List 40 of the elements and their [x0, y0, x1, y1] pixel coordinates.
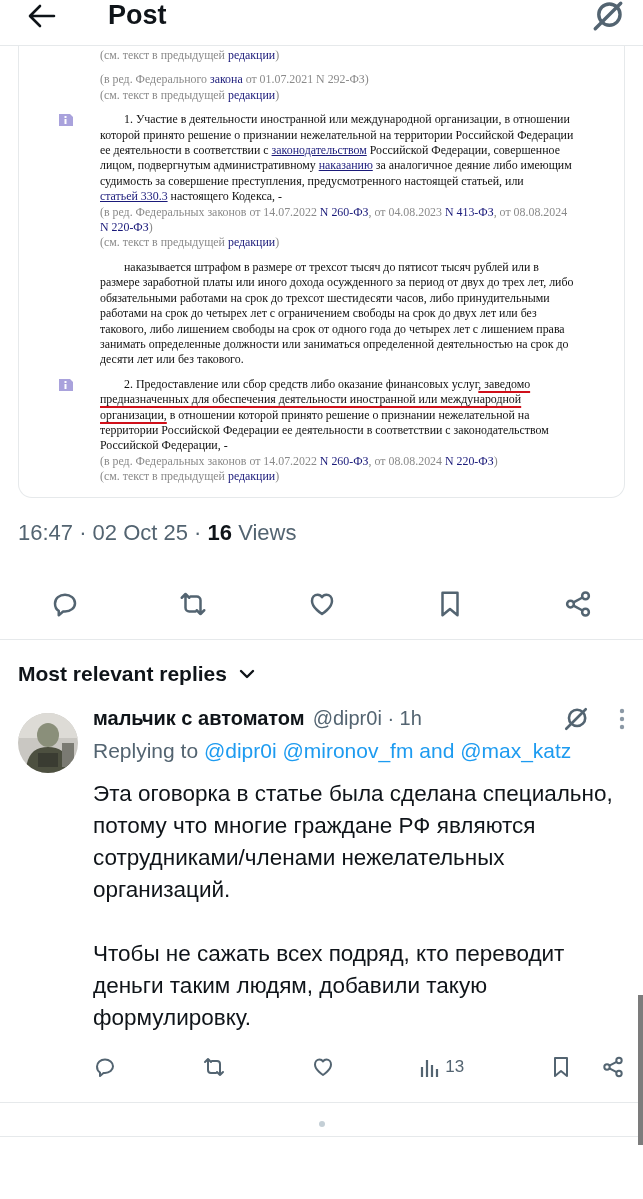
law-reference-link[interactable]: N 260-ФЗ: [319, 204, 369, 219]
replying-to-text: Replying to @dipr0i @mironov_fm and @max_katz: [93, 737, 573, 765]
slashed-circle-icon[interactable]: [591, 0, 625, 33]
revision-note: (см. текст в предыдущей редакции): [100, 48, 280, 64]
law-paragraph: наказывается штрафом в размере от трехсот тысяч до пятисот тысяч рублей или в размере заработной платы или иного дохода осужденного за период от двух до трех лет, либо обязательными работами на срок до трехсот шестидесяти часов, либо принудительными работами на срок до четырех лет с ограничением свободы на срок до двух лет или без такового, либо лишением свободы на срок от одного года до четырех лет с лишением права занимать определенные должности или заниматься определенной деятельностью на срок до десяти лет или без такового.: [100, 259, 575, 368]
law-paragraph: 2. Предоставление или сбор средств либо оказание финансовых услуг, заведомо предназначенных для обеспечения деятельности иностранной или международной организации, в отношении которой принято решение о признании нежелательной на территории Российской Федерации ее деятельности в соответствии с законодательством Российской Федерации, -: [100, 376, 550, 454]
document-link[interactable]: редакции: [227, 469, 276, 484]
revision-note: (см. текст в предыдущей редакции): [100, 235, 280, 251]
document-link[interactable]: редакции: [227, 87, 276, 102]
reply-text: Эта оговорка в статье была сделана специально, потому что многие граждане РФ являются сотрудниками/членами нежелательных организаций.: [93, 779, 614, 904]
document-link[interactable]: редакции: [227, 48, 276, 62]
document-link[interactable]: редакции: [227, 235, 276, 250]
back-arrow-icon[interactable]: [28, 3, 56, 28]
revision-note: (в ред. Федеральных законов от 14.07.2022 N 260-ФЗ, от 04.08.2023 N 413-ФЗ, от 08.08.2024 N 220-ФЗ): [100, 204, 569, 236]
reply-text: Чтобы не сажать всех подряд, кто переводит деньги таким людям, добавили такую формулировку.: [93, 939, 566, 1032]
author-name[interactable]: мальчик с автоматом: [93, 707, 305, 731]
page-title: Post: [108, 0, 167, 31]
revision-note: (в ред. Федеральных законов от 14.07.2022 N 260-ФЗ, от 08.08.2024 N 220-ФЗ): [100, 453, 498, 470]
chevron-down-icon[interactable]: [238, 668, 255, 679]
revision-note: (см. текст в предыдущей редакции): [100, 469, 280, 485]
share-icon[interactable]: [601, 1054, 625, 1079]
loading-dot: [318, 1120, 325, 1127]
document-link[interactable]: наказанию: [318, 158, 373, 173]
law-reference-link[interactable]: N 220-ФЗ: [100, 220, 149, 235]
views-count: 13: [445, 1056, 465, 1077]
author-handle-time: @dipr0i · 1h: [312, 707, 422, 731]
law-reference-link[interactable]: N 220-ФЗ: [444, 453, 494, 468]
slashed-circle-icon[interactable]: [563, 705, 589, 732]
document-link[interactable]: законодательством: [271, 143, 367, 158]
document-link[interactable]: закона: [209, 72, 243, 87]
more-options-icon[interactable]: [619, 707, 625, 730]
share-icon[interactable]: [563, 588, 593, 619]
revision-note: (в ред. Федерального закона от 01.07.2021 N 292-ФЗ): [100, 72, 369, 88]
law-reference-link[interactable]: N 260-ФЗ: [319, 453, 369, 468]
revision-note: (см. текст в предыдущей редакции): [100, 87, 280, 104]
law-paragraph: 1. Участие в деятельности иностранной или международной организации, в отношении которой принято решение о признании нежелательной на территории Российской Федерации ее деятельности в соответствии с законодательством Российской Федерации, совершенное лицом, подвергнутым административному наказанию за аналогичное деяние либо имеющим судимость за совершение преступления, предусмотренного настоящей статьей, или статьей 330.3 настоящего Кодекса, -: [100, 112, 575, 205]
post-timestamp-views: 16:47 · 02 Oct 25 · 16 Views: [18, 519, 298, 546]
law-reference-link[interactable]: N 413-ФЗ: [444, 204, 494, 219]
document-link[interactable]: статьей 330.3: [100, 189, 168, 204]
replies-sort-label[interactable]: Most relevant replies: [18, 661, 227, 686]
